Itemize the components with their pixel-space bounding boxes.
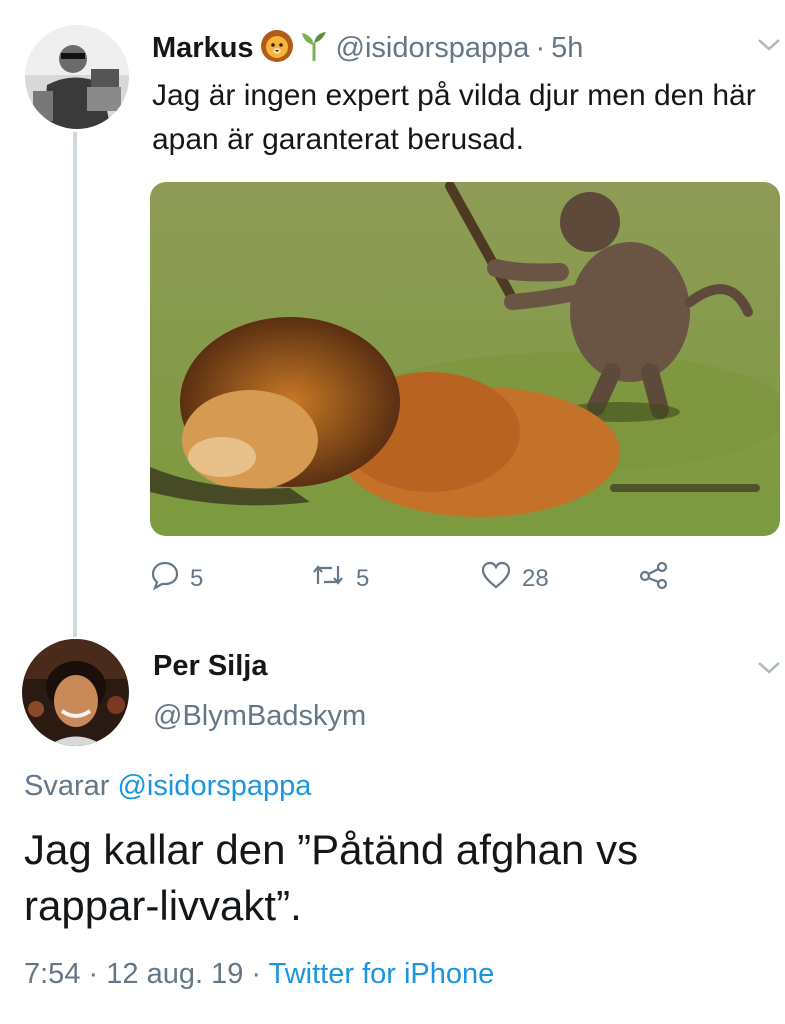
- lion-face-icon: [260, 29, 294, 68]
- avatar-per-silja[interactable]: [22, 639, 129, 746]
- tweet2-meta: 7:54 · 12 aug. 19 · Twitter for iPhone: [24, 958, 494, 991]
- replying-prefix: Svarar: [24, 770, 110, 802]
- reply-icon: [150, 560, 190, 597]
- tweet1-actions: 5 5 28: [150, 558, 690, 598]
- meta-time[interactable]: 7:54: [24, 958, 80, 990]
- reply-count: 5: [190, 564, 204, 592]
- tweet1-header: Markus @isidorspappa · 5h: [152, 28, 583, 68]
- tweet2-text: Jag kallar den ”Påtänd afghan vs rappar-…: [24, 826, 639, 929]
- retweet-icon: [310, 560, 356, 597]
- meta-separator-2: ·: [251, 958, 262, 990]
- tweet1-text: Jag är ingen expert på vilda djur men de…: [152, 79, 756, 156]
- like-button[interactable]: 28: [480, 560, 549, 597]
- meta-source-link[interactable]: Twitter for iPhone: [269, 958, 495, 990]
- replying-to-link[interactable]: @isidorspappa: [117, 770, 311, 802]
- chevron-down-icon[interactable]: [756, 36, 782, 54]
- share-button[interactable]: [638, 560, 680, 597]
- retweet-count: 5: [356, 564, 370, 592]
- share-icon: [638, 560, 680, 597]
- replying-to: Svarar @isidorspappa: [24, 770, 311, 803]
- seedling-icon: [300, 29, 328, 68]
- tweet1-display-name[interactable]: Markus: [152, 32, 254, 65]
- tweet1-media-photo[interactable]: [150, 182, 780, 536]
- tweet1-separator: ·: [535, 31, 546, 64]
- tweet2-display-name[interactable]: Per Silja: [153, 650, 267, 683]
- avatar-markus[interactable]: [25, 25, 129, 129]
- tweet2-handle[interactable]: @BlymBadskym: [153, 700, 366, 733]
- chevron-down-icon-2[interactable]: [756, 659, 782, 677]
- like-count: 28: [522, 564, 549, 592]
- heart-icon: [480, 560, 522, 597]
- tweet1-handle[interactable]: @isidorspappa: [336, 32, 530, 65]
- thread-line: [73, 132, 77, 637]
- meta-date[interactable]: 12 aug. 19: [106, 958, 243, 990]
- tweet1-time[interactable]: 5h: [551, 32, 583, 65]
- reply-button[interactable]: 5: [150, 560, 203, 597]
- meta-separator-1: ·: [88, 958, 99, 990]
- retweet-button[interactable]: 5: [310, 560, 369, 597]
